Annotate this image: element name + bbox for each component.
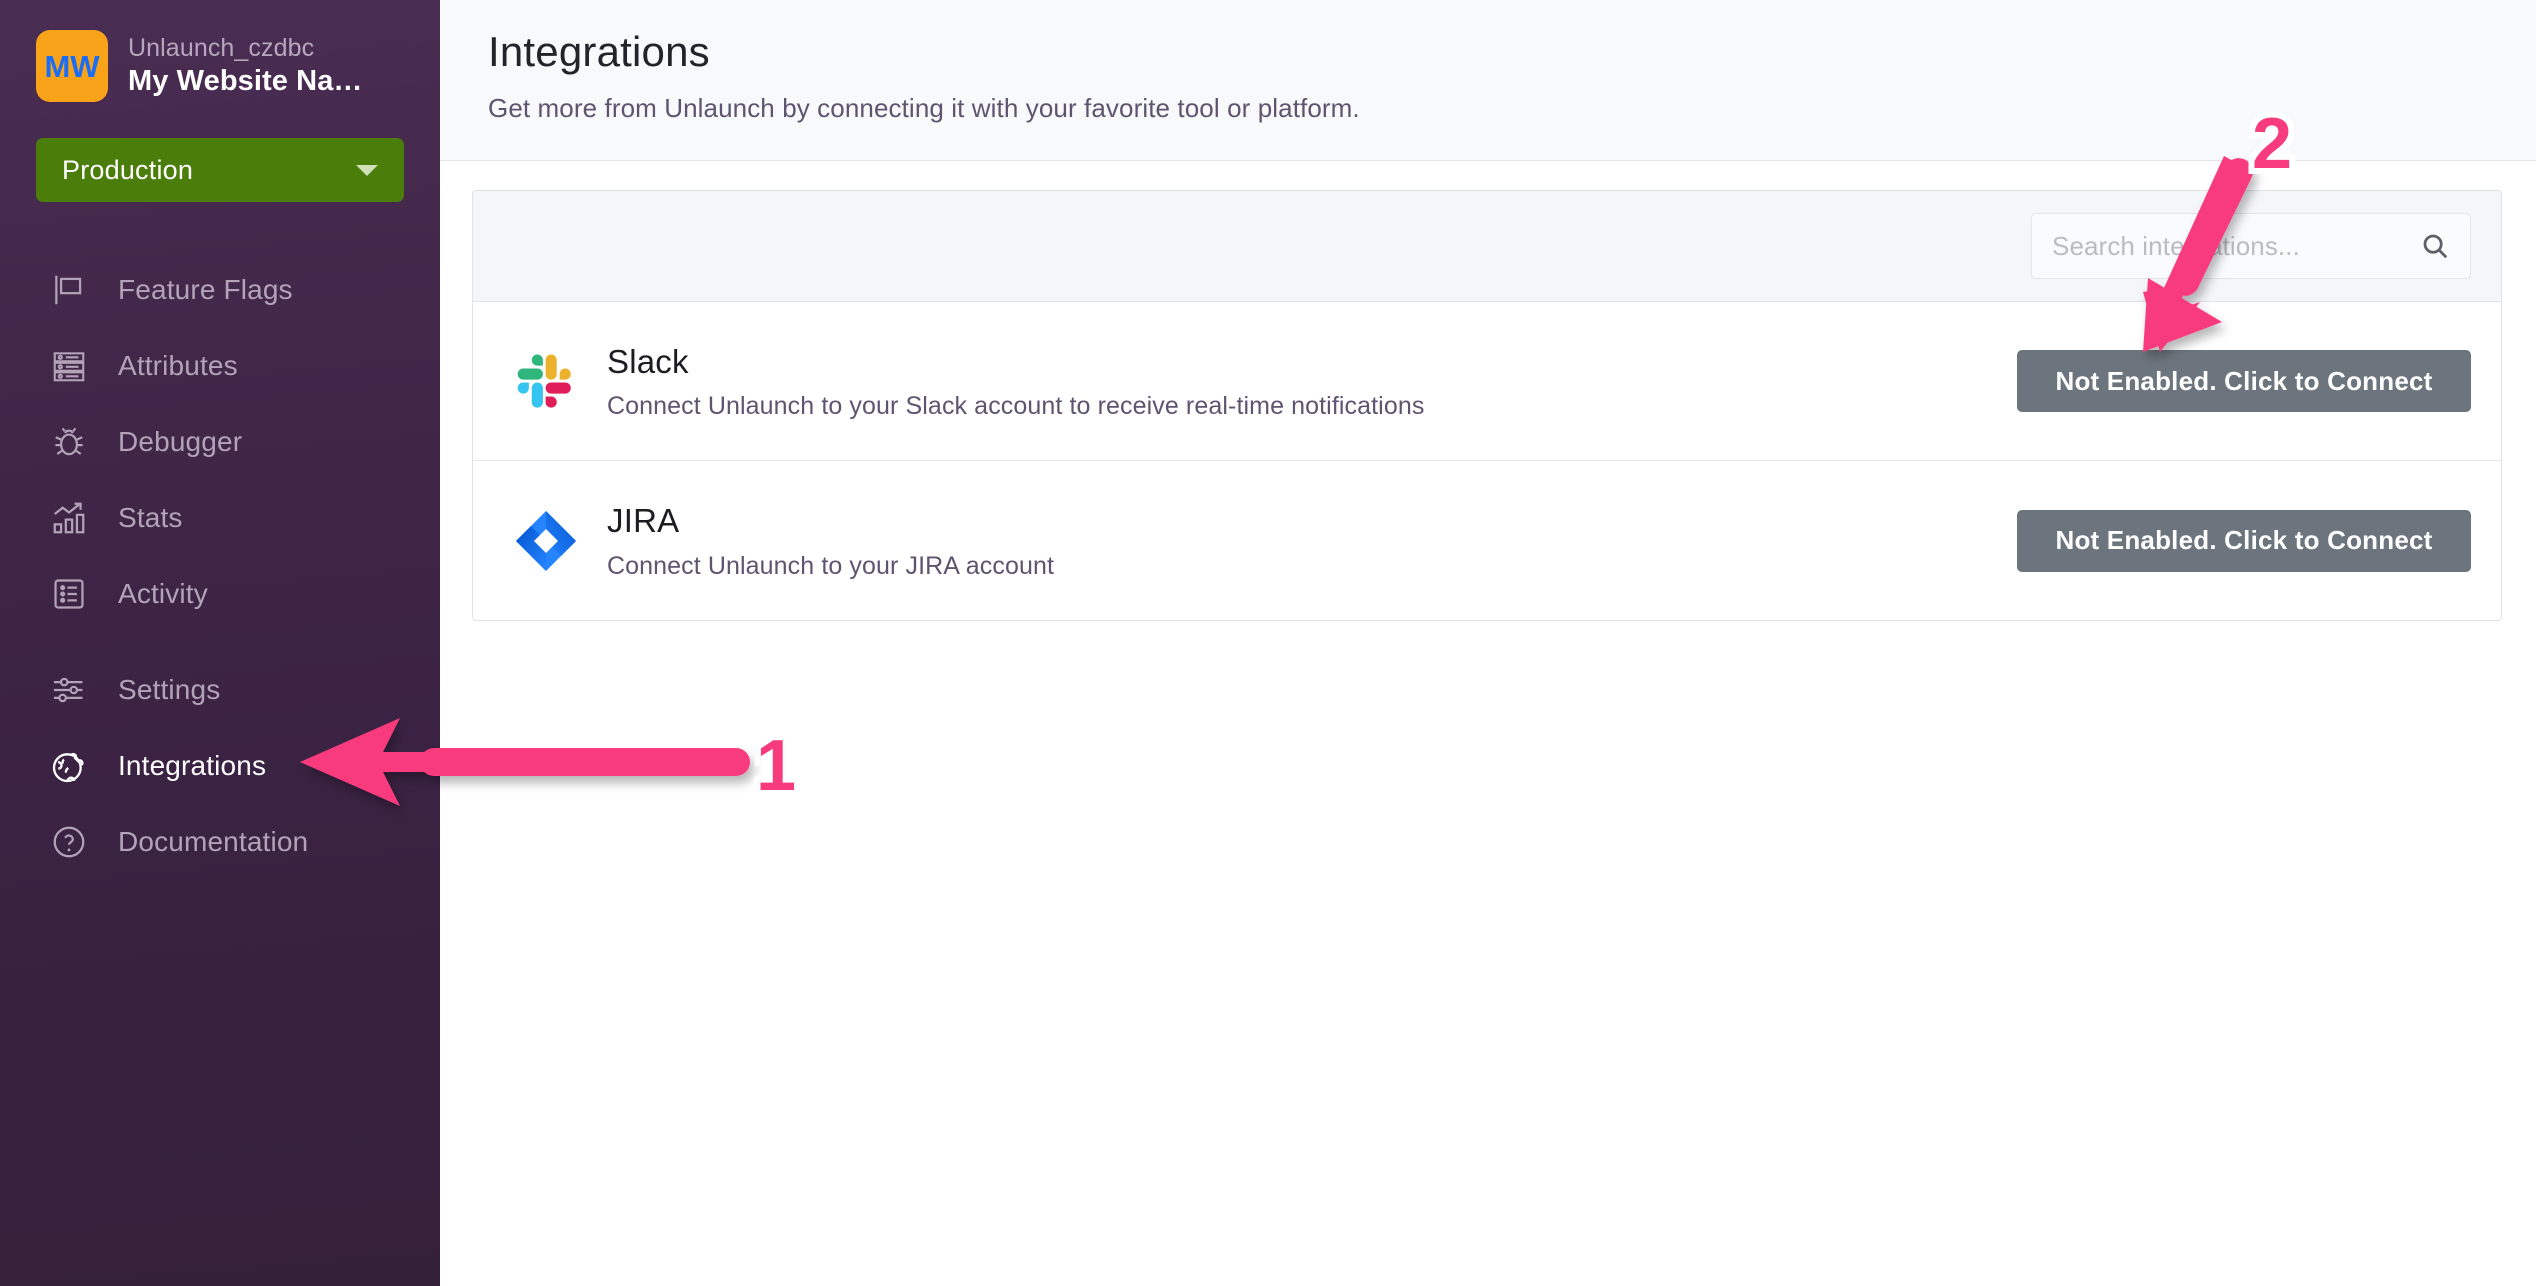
sidebar-item-label: Stats: [118, 502, 183, 533]
flag-icon: [48, 269, 90, 311]
workspace-avatar: MW: [36, 30, 108, 102]
sidebar-nav-divider-gap: [0, 632, 440, 652]
integration-name: Slack: [607, 342, 689, 380]
project-label: Unlaunch_czdbc: [128, 34, 315, 63]
sidebar-item-feature-flags[interactable]: Feature Flags: [0, 252, 440, 328]
question-circle-icon: [48, 821, 90, 863]
slack-connect-button[interactable]: Not Enabled. Click to Connect: [2017, 350, 2471, 412]
jira-logo-icon: [513, 508, 579, 574]
sidebar-item-stats[interactable]: Stats: [0, 480, 440, 556]
search-box[interactable]: [2031, 213, 2471, 279]
page-header: Integrations Get more from Unlaunch by c…: [440, 0, 2536, 161]
brand-text: Unlaunch_czdbc My Website Na…: [128, 33, 363, 99]
sidebar-item-label: Settings: [118, 674, 221, 705]
sidebar-item-activity[interactable]: Activity: [0, 556, 440, 632]
card-toolbar: [473, 191, 2501, 302]
sidebar-item-label: Attributes: [118, 350, 238, 381]
workspace-avatar-initials: MW: [44, 48, 100, 84]
website-name: My Website Na…: [128, 64, 363, 97]
sidebar-item-label: Integrations: [118, 750, 267, 781]
search-input[interactable]: [2052, 230, 2450, 262]
list-icon: [48, 573, 90, 615]
environment-selector[interactable]: Production: [36, 138, 404, 202]
integration-meta: Slack Connect Unlaunch to your Slack acc…: [607, 341, 2017, 422]
integration-row-jira: JIRA Connect Unlaunch to your JIRA accou…: [473, 461, 2501, 620]
integration-row-slack: Slack Connect Unlaunch to your Slack acc…: [473, 302, 2501, 461]
sidebar-item-label: Documentation: [118, 826, 309, 857]
integrations-card: Slack Connect Unlaunch to your Slack acc…: [472, 190, 2502, 621]
page-title: Integrations: [488, 28, 710, 75]
puzzle-globe-icon: [48, 745, 90, 787]
sidebar-item-attributes[interactable]: Attributes: [0, 328, 440, 404]
sidebar-nav: Feature Flags Attributes Debugger Stats …: [0, 252, 440, 880]
main-content: Integrations Get more from Unlaunch by c…: [440, 0, 2536, 1286]
search-icon[interactable]: [2420, 231, 2450, 261]
sliders-icon: [48, 669, 90, 711]
attributes-icon: [48, 345, 90, 387]
chevron-down-icon: [356, 164, 378, 176]
app-root: MW Unlaunch_czdbc My Website Na… Product…: [0, 0, 2536, 1286]
chart-icon: [48, 497, 90, 539]
sidebar-item-label: Debugger: [118, 426, 243, 457]
integration-name: JIRA: [607, 502, 680, 540]
environment-selected-label: Production: [62, 154, 194, 185]
bug-icon: [48, 421, 90, 463]
integration-description: Connect Unlaunch to your JIRA account: [607, 551, 1055, 580]
page-subtitle: Get more from Unlaunch by connecting it …: [488, 92, 1360, 123]
integration-description: Connect Unlaunch to your Slack account t…: [607, 392, 1425, 421]
slack-logo-icon: [513, 348, 579, 414]
integration-meta: JIRA Connect Unlaunch to your JIRA accou…: [607, 500, 2017, 581]
sidebar-item-label: Feature Flags: [118, 274, 293, 305]
sidebar-item-label: Activity: [118, 578, 208, 609]
sidebar-item-debugger[interactable]: Debugger: [0, 404, 440, 480]
jira-connect-button[interactable]: Not Enabled. Click to Connect: [2017, 509, 2471, 572]
sidebar-item-settings[interactable]: Settings: [0, 652, 440, 728]
sidebar: MW Unlaunch_czdbc My Website Na… Product…: [0, 0, 440, 1286]
brand-block[interactable]: MW Unlaunch_czdbc My Website Na…: [0, 0, 440, 102]
sidebar-item-integrations[interactable]: Integrations: [0, 728, 440, 804]
sidebar-item-documentation[interactable]: Documentation: [0, 804, 440, 880]
